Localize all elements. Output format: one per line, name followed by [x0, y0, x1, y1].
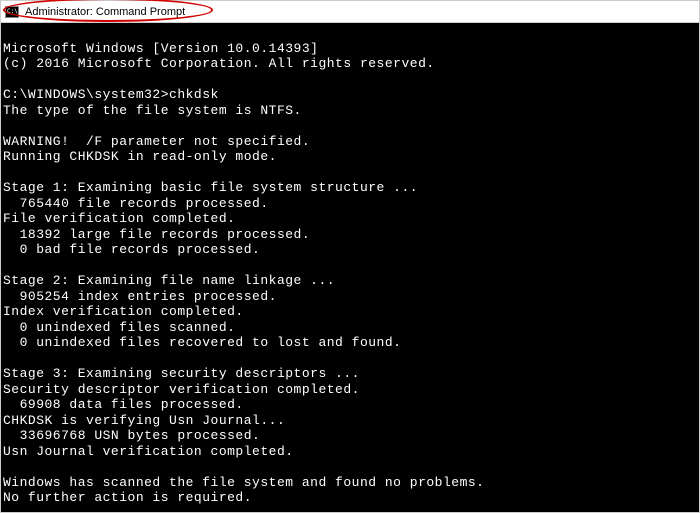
output-line: CHKDSK is verifying Usn Journal... [3, 413, 285, 428]
output-line: WARNING! /F parameter not specified. [3, 134, 310, 149]
output-line: Stage 3: Examining security descriptors … [3, 366, 360, 381]
output-line: 0 bad file records processed. [3, 242, 260, 257]
output-line: 0 unindexed files scanned. [3, 320, 235, 335]
output-line: 18392 large file records processed. [3, 227, 310, 242]
output-line: Stage 2: Examining file name linkage ... [3, 273, 335, 288]
output-line: Security descriptor verification complet… [3, 382, 360, 397]
output-line: 69908 data files processed. [3, 397, 244, 412]
output-line: 905254 index entries processed. [3, 289, 277, 304]
terminal-output[interactable]: Microsoft Windows [Version 10.0.14393] (… [1, 23, 699, 512]
prompt-and-command: C:\WINDOWS\system32>chkdsk [3, 87, 219, 102]
output-line: File verification completed. [3, 211, 235, 226]
output-line: Running CHKDSK in read-only mode. [3, 149, 277, 164]
output-line: Windows has scanned the file system and … [3, 475, 484, 490]
output-line: No further action is required. [3, 490, 252, 505]
window-title: Administrator: Command Prompt [25, 6, 185, 18]
output-line: Microsoft Windows [Version 10.0.14393] [3, 41, 318, 56]
title-bar[interactable]: Administrator: Command Prompt [1, 1, 699, 23]
output-line: 0 unindexed files recovered to lost and … [3, 335, 401, 350]
output-line: (c) 2016 Microsoft Corporation. All righ… [3, 56, 435, 71]
output-line: Usn Journal verification completed. [3, 444, 294, 459]
output-line: Stage 1: Examining basic file system str… [3, 180, 418, 195]
output-line: The type of the file system is NTFS. [3, 103, 302, 118]
output-line: Index verification completed. [3, 304, 244, 319]
cmd-icon [5, 6, 19, 18]
cmd-window: Administrator: Command Prompt Microsoft … [0, 0, 700, 513]
output-line: 765440 file records processed. [3, 196, 269, 211]
output-line: 33696768 USN bytes processed. [3, 428, 260, 443]
